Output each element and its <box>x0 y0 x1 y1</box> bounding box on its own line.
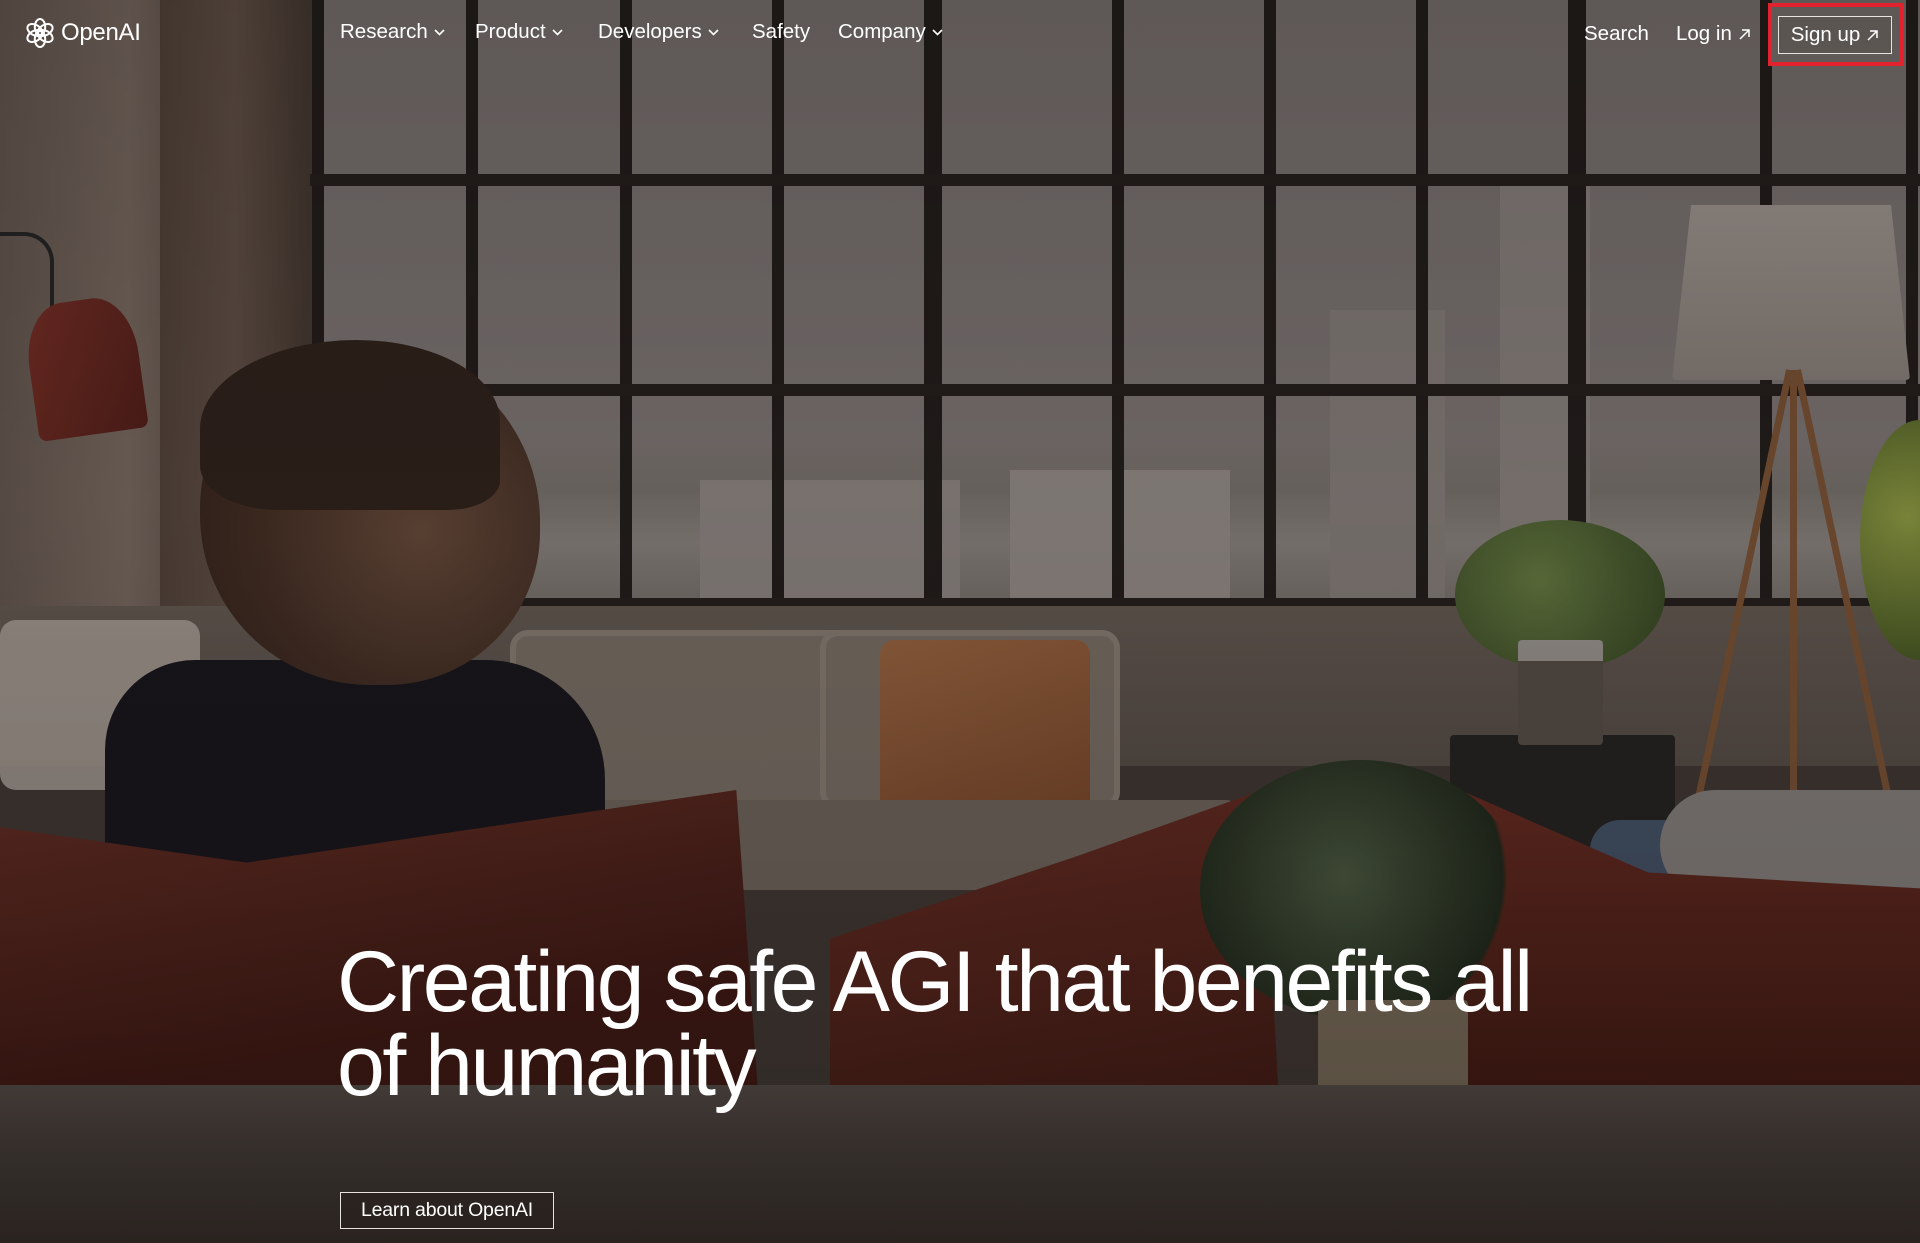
login-link[interactable]: Log in <box>1676 22 1751 46</box>
signup-button[interactable]: Sign up <box>1778 16 1892 54</box>
openai-knot-icon <box>26 18 54 48</box>
hero-headline-line-2: of humanity <box>337 1018 757 1114</box>
brand-name: OpenAI <box>61 19 141 46</box>
login-label: Log in <box>1676 22 1732 45</box>
chevron-down-icon <box>552 29 563 36</box>
arrow-up-right-icon <box>1867 29 1879 41</box>
top-navigation: OpenAI Research Product Developers Safet… <box>0 0 1920 70</box>
search-label: Search <box>1584 22 1649 45</box>
nav-product[interactable]: Product <box>475 20 563 44</box>
nav-developers[interactable]: Developers <box>598 20 719 44</box>
hero-headline-line-1: Creating safe AGI that benefits all <box>337 934 1533 1030</box>
nav-product-label: Product <box>475 20 546 43</box>
hero-headline: Creating safe AGI that benefits all of h… <box>337 939 1637 1109</box>
nav-safety-label: Safety <box>752 20 811 43</box>
cta-label: Learn about OpenAI <box>360 1199 534 1221</box>
nav-research[interactable]: Research <box>340 20 445 44</box>
openai-logo[interactable]: OpenAI <box>24 17 141 49</box>
chevron-down-icon <box>708 29 719 36</box>
chevron-down-icon <box>434 29 445 36</box>
nav-research-label: Research <box>340 20 428 43</box>
learn-about-openai-button[interactable]: Learn about OpenAI <box>340 1192 554 1229</box>
nav-company-label: Company <box>838 20 926 43</box>
arrow-up-right-icon <box>1739 28 1750 40</box>
nav-company[interactable]: Company <box>838 20 943 44</box>
nav-developers-label: Developers <box>598 20 702 43</box>
signup-label: Sign up <box>1790 23 1861 46</box>
nav-safety[interactable]: Safety <box>752 20 810 44</box>
search-button[interactable]: Search <box>1584 22 1649 46</box>
chevron-down-icon <box>932 29 943 36</box>
